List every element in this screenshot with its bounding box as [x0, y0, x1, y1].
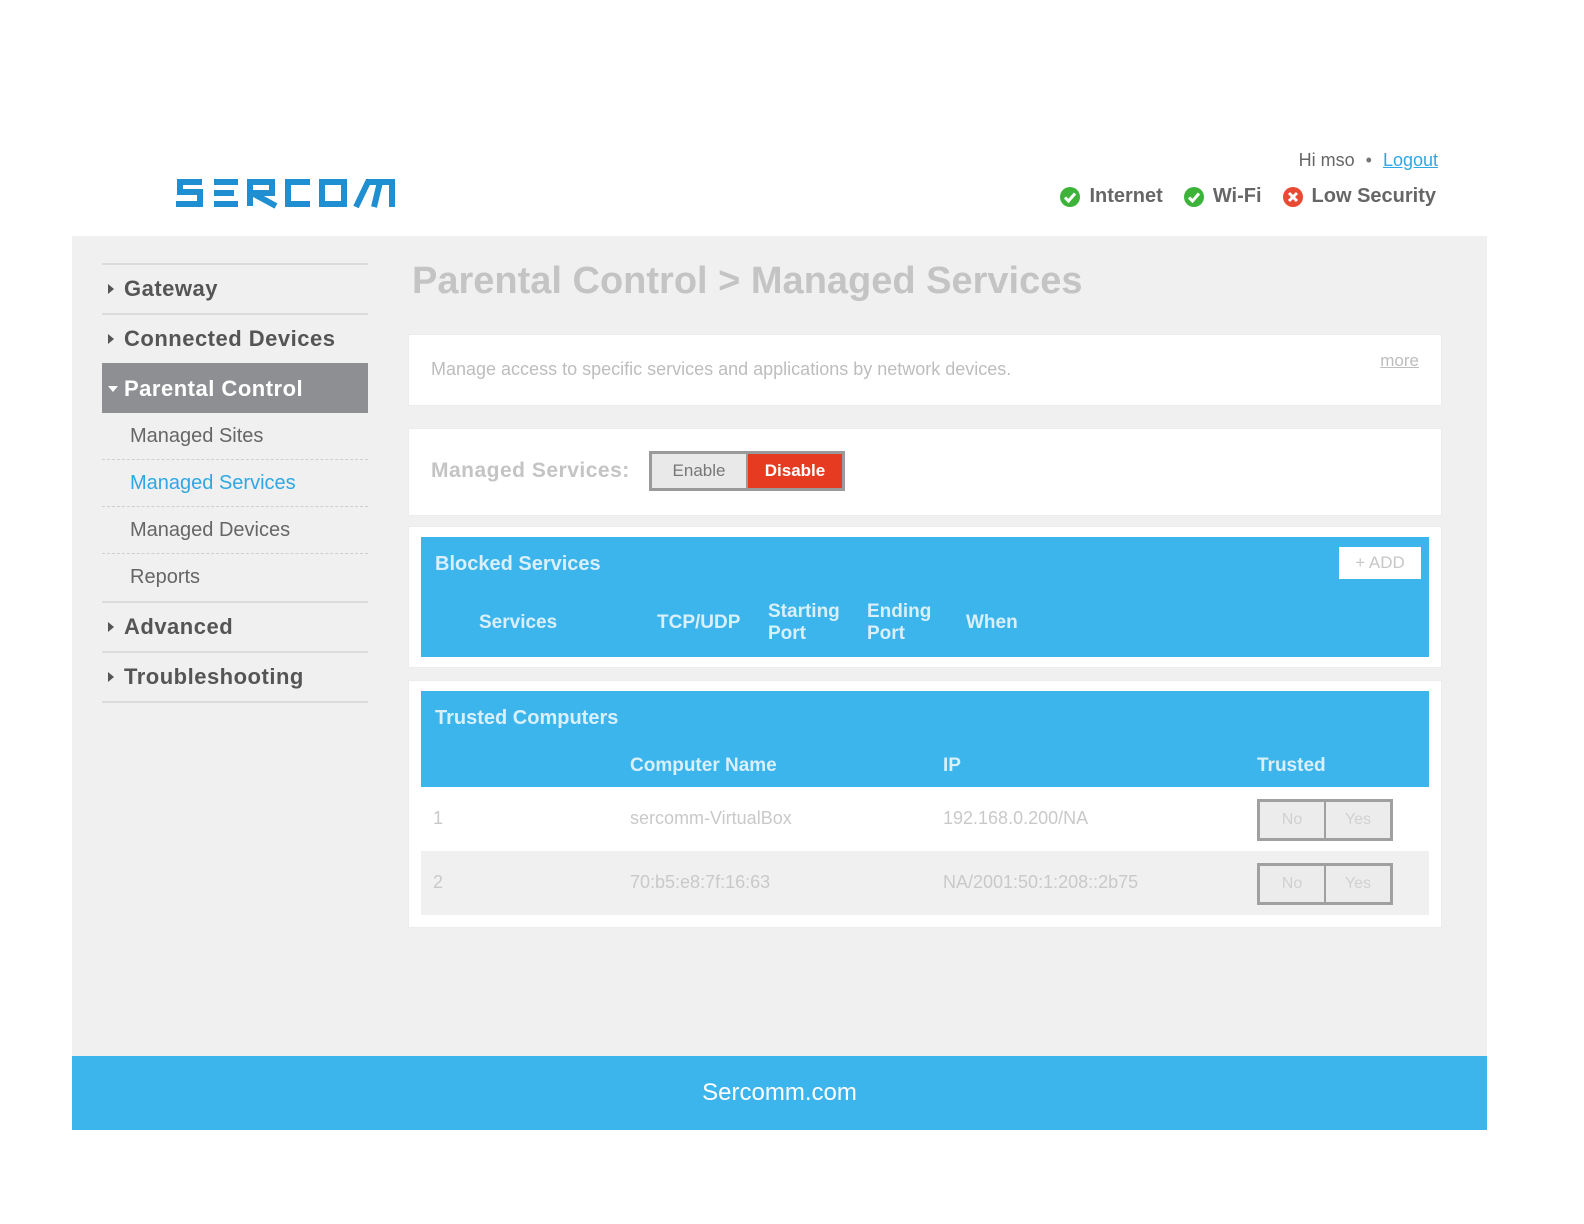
- column-header-services: Services: [479, 612, 558, 633]
- column-header-ending-port: Ending Port: [867, 601, 932, 644]
- sidebar-nav: Gateway Connected Devices Parental Contr…: [102, 263, 368, 703]
- trusted-switch: No Yes: [1257, 799, 1393, 841]
- column-header-ip: IP: [943, 755, 961, 776]
- disable-button[interactable]: Disable: [748, 454, 842, 488]
- row-index: 1: [433, 808, 444, 828]
- separator-dot: •: [1365, 150, 1372, 170]
- trusted-computers-title: Trusted Computers: [435, 707, 619, 729]
- sidebar-item-label: Troubleshooting: [124, 664, 304, 689]
- managed-services-label: Managed Services:: [431, 459, 630, 482]
- x-circle-icon: [1282, 186, 1304, 208]
- greeting-text: Hi mso: [1298, 150, 1355, 170]
- sidebar-item-parental-control[interactable]: Parental Control: [102, 363, 368, 413]
- status-wifi: Wi-Fi: [1183, 185, 1262, 208]
- computer-ip: 192.168.0.200/NA: [943, 808, 1089, 828]
- computer-name: 70:b5:e8:7f:16:63: [630, 872, 771, 892]
- sidebar-divider: [102, 701, 368, 703]
- description-text: Manage access to specific services and a…: [431, 359, 1012, 379]
- logout-link[interactable]: Logout: [1383, 150, 1438, 170]
- table-row: 1 sercomm-VirtualBox 192.168.0.200/NA No…: [421, 787, 1429, 851]
- sidebar-subitem-managed-services[interactable]: Managed Services: [102, 460, 368, 507]
- sidebar-subitem-reports[interactable]: Reports: [102, 554, 368, 601]
- blocked-services-title: Blocked Services: [435, 553, 601, 575]
- more-link[interactable]: more: [1380, 351, 1419, 371]
- sidebar-item-gateway[interactable]: Gateway: [102, 263, 368, 313]
- trusted-computers-card: Trusted Computers Computer Name IP Trust…: [408, 680, 1442, 928]
- caret-right-icon: [108, 334, 114, 344]
- main-panel: Gateway Connected Devices Parental Contr…: [72, 236, 1487, 1056]
- sidebar-subitem-managed-devices[interactable]: Managed Devices: [102, 507, 368, 554]
- status-internet-label: Internet: [1089, 185, 1163, 207]
- status-indicators: Internet Wi-Fi Low Security: [1059, 185, 1436, 208]
- enable-disable-switch: Enable Disable: [649, 451, 845, 491]
- column-header-trusted: Trusted: [1257, 755, 1326, 776]
- page-title: Parental Control > Managed Services: [412, 260, 1083, 302]
- column-header-computer-name: Computer Name: [630, 755, 777, 776]
- footer-link[interactable]: Sercomm.com: [702, 1079, 857, 1107]
- sercomm-logo: [172, 176, 396, 212]
- status-security-label: Low Security: [1311, 185, 1436, 207]
- caret-right-icon: [108, 622, 114, 632]
- enable-button[interactable]: Enable: [652, 454, 746, 488]
- row-index: 2: [433, 872, 444, 892]
- add-service-button[interactable]: + ADD: [1339, 547, 1421, 579]
- caret-right-icon: [108, 284, 114, 294]
- status-security: Low Security: [1282, 185, 1436, 208]
- trusted-computers-header: Trusted Computers Computer Name IP Trust…: [421, 691, 1429, 787]
- sidebar-item-troubleshooting[interactable]: Troubleshooting: [102, 651, 368, 701]
- sidebar-item-label: Gateway: [124, 276, 218, 301]
- check-circle-icon: [1183, 186, 1205, 208]
- blocked-services-card: Blocked Services + ADD Services TCP/UDP …: [408, 526, 1442, 668]
- sidebar-item-connected-devices[interactable]: Connected Devices: [102, 313, 368, 363]
- computer-ip: NA/2001:50:1:208::2b75: [943, 872, 1139, 892]
- managed-services-toggle-card: Managed Services: Enable Disable: [408, 428, 1442, 516]
- trusted-no-button[interactable]: No: [1260, 866, 1324, 902]
- status-wifi-label: Wi-Fi: [1212, 185, 1262, 207]
- footer: Sercomm.com: [72, 1056, 1487, 1130]
- sidebar-submenu: Managed Sites Managed Services Managed D…: [102, 413, 368, 601]
- trusted-switch: No Yes: [1257, 863, 1393, 905]
- user-bar: Hi mso • Logout: [1299, 150, 1438, 171]
- sidebar-item-label: Advanced: [124, 614, 234, 639]
- caret-down-icon: [108, 386, 118, 392]
- caret-right-icon: [108, 672, 114, 682]
- status-internet: Internet: [1059, 185, 1163, 208]
- table-row: 2 70:b5:e8:7f:16:63 NA/2001:50:1:208::2b…: [421, 851, 1429, 915]
- trusted-no-button[interactable]: No: [1260, 802, 1324, 838]
- blocked-services-header: Blocked Services + ADD Services TCP/UDP …: [421, 537, 1429, 657]
- sidebar-item-advanced[interactable]: Advanced: [102, 601, 368, 651]
- column-header-starting-port: Starting Port: [768, 601, 840, 644]
- column-header-tcp-udp: TCP/UDP: [657, 612, 741, 633]
- trusted-yes-button[interactable]: Yes: [1326, 802, 1390, 838]
- sidebar-subitem-managed-sites[interactable]: Managed Sites: [102, 413, 368, 460]
- computer-name: sercomm-VirtualBox: [630, 808, 792, 828]
- column-header-when: When: [966, 612, 1018, 633]
- check-circle-icon: [1059, 186, 1081, 208]
- description-card: Manage access to specific services and a…: [408, 334, 1442, 406]
- sidebar-item-label: Parental Control: [124, 376, 304, 401]
- trusted-yes-button[interactable]: Yes: [1326, 866, 1390, 902]
- sidebar-item-label: Connected Devices: [124, 326, 336, 351]
